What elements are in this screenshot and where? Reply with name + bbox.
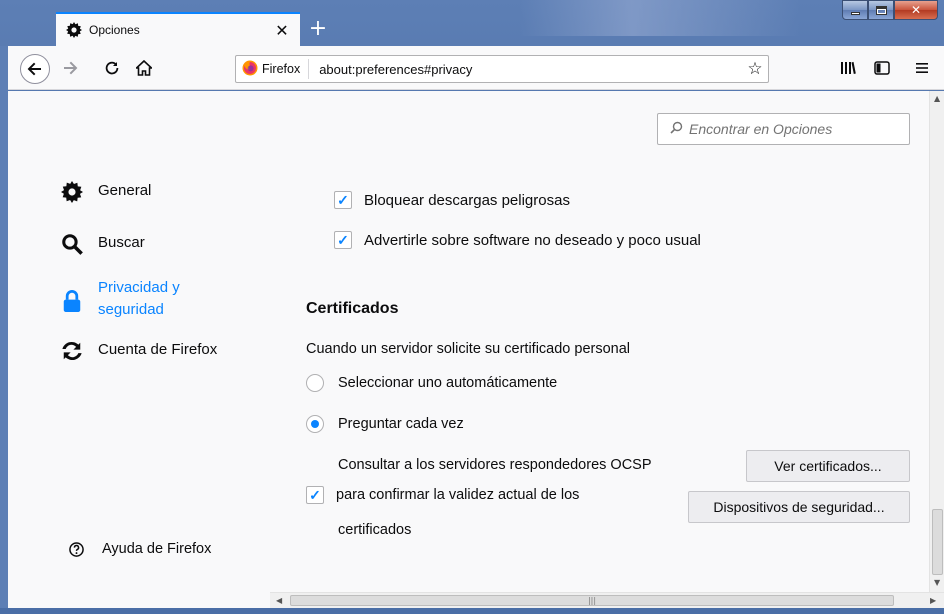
scroll-right-icon[interactable]: ▶ — [930, 596, 936, 605]
navigation-toolbar: Firefox about:preferences#privacy ☆ — [8, 46, 944, 90]
certificates-title: Certificados — [306, 300, 399, 317]
ocsp-label-line1: Consultar a los servidores respondedores… — [338, 457, 652, 473]
lock-icon — [60, 289, 84, 313]
close-window-button[interactable]: ✕ — [894, 0, 938, 20]
minimize-button[interactable] — [842, 0, 868, 20]
radio-ask-every-time-option[interactable]: Preguntar cada vez — [306, 415, 464, 433]
tab-opciones[interactable]: Opciones ✕ — [56, 12, 300, 46]
scroll-down-icon[interactable]: ▼ — [934, 578, 940, 587]
sidebar-bottom-area — [8, 592, 270, 608]
sidebar-icon — [874, 61, 890, 75]
gear-icon — [60, 180, 84, 204]
ocsp-label-line3: certificados — [338, 522, 412, 538]
security-devices-button[interactable]: Dispositivos de seguridad... — [688, 491, 910, 523]
sync-icon — [60, 339, 84, 363]
category-cuenta-firefox-label: Cuenta de Firefox — [98, 341, 218, 358]
bookmark-star-icon[interactable]: ☆ — [742, 56, 768, 82]
category-general[interactable]: General — [60, 180, 151, 204]
block-downloads-label: Bloquear descargas peligrosas — [364, 191, 570, 209]
search-icon — [60, 232, 84, 256]
gear-icon — [66, 22, 82, 38]
reload-icon — [105, 61, 119, 75]
help-icon — [68, 541, 84, 557]
warn-software-label: Advertirle sobre software no deseado y p… — [364, 231, 701, 249]
url-bar[interactable]: Firefox about:preferences#privacy ☆ — [235, 55, 769, 83]
frame-background — [520, 0, 800, 36]
category-privacidad-label: Privacidad y seguridad — [98, 279, 180, 318]
maximize-icon — [875, 5, 887, 15]
minimize-icon — [850, 11, 860, 15]
category-privacidad[interactable]: Privacidad y seguridad — [60, 277, 208, 321]
reload-button[interactable] — [98, 54, 126, 82]
ocsp-checkbox[interactable]: ✓ — [306, 486, 324, 504]
view-certificates-button[interactable]: Ver certificados... — [746, 450, 910, 482]
block-downloads-checkbox[interactable]: ✓ — [334, 191, 352, 209]
find-in-options-input[interactable]: Encontrar en Opciones — [657, 113, 910, 145]
category-cuenta-firefox[interactable]: Cuenta de Firefox — [60, 339, 217, 363]
certificates-description: Cuando un servidor solicite su certifica… — [306, 341, 631, 357]
warn-software-option[interactable]: ✓ Advertirle sobre software no deseado y… — [334, 231, 701, 249]
vertical-scroll-thumb[interactable] — [932, 509, 943, 575]
close-tab-button[interactable]: ✕ — [270, 18, 294, 42]
back-button[interactable] — [20, 54, 50, 84]
warn-software-checkbox[interactable]: ✓ — [334, 231, 352, 249]
close-icon: ✕ — [910, 3, 922, 17]
horizontal-scroll-thumb[interactable]: ||| — [290, 595, 894, 606]
forward-button[interactable] — [56, 54, 84, 82]
window-bottom-border — [0, 608, 944, 614]
scroll-left-icon[interactable]: ◀ — [276, 596, 282, 605]
help-label: Ayuda de Firefox — [102, 541, 212, 557]
home-button[interactable] — [130, 54, 158, 82]
maximize-button[interactable] — [868, 0, 894, 20]
hamburger-menu-icon — [916, 63, 928, 73]
sidebar-toggle-button[interactable] — [868, 54, 896, 82]
find-in-options-placeholder: Encontrar en Opciones — [689, 121, 833, 137]
identity-box[interactable]: Firefox — [236, 59, 310, 79]
library-button[interactable] — [834, 54, 862, 82]
category-buscar[interactable]: Buscar — [60, 232, 145, 256]
radio-select-auto-option[interactable]: Seleccionar uno automáticamente — [306, 374, 557, 392]
window-caption-buttons: ✕ — [842, 0, 938, 20]
category-general-label: General — [98, 182, 152, 199]
url-text[interactable]: about:preferences#privacy — [309, 62, 742, 77]
vertical-scrollbar[interactable]: ▲ ▼ — [929, 91, 944, 592]
help-link[interactable]: Ayuda de Firefox — [68, 541, 211, 557]
back-arrow-icon — [27, 62, 41, 76]
tab-title: Opciones — [89, 23, 140, 37]
new-tab-button[interactable]: + — [304, 14, 332, 42]
search-icon — [670, 121, 683, 137]
horizontal-scrollbar[interactable]: ◀ ||| ▶ — [270, 592, 944, 608]
radio-select-auto-label: Seleccionar uno automáticamente — [338, 375, 558, 391]
category-buscar-label: Buscar — [98, 234, 145, 251]
library-icon — [841, 61, 856, 74]
radio-ask-every-time-label: Preguntar cada vez — [338, 416, 464, 432]
scroll-up-icon[interactable]: ▲ — [934, 94, 940, 103]
window-left-border — [0, 46, 8, 614]
forward-arrow-icon — [64, 61, 78, 75]
ocsp-option[interactable]: ✓ para confirmar la validez actual de lo… — [306, 486, 579, 504]
block-downloads-option[interactable]: ✓ Bloquear descargas peligrosas — [334, 191, 570, 209]
radio-ask-every-time[interactable] — [306, 415, 324, 433]
menu-button[interactable] — [908, 54, 936, 82]
home-icon — [136, 60, 152, 76]
radio-select-auto[interactable] — [306, 374, 324, 392]
firefox-logo-icon — [242, 60, 258, 79]
identity-label: Firefox — [262, 62, 301, 76]
preferences-content: Encontrar en Opciones General Buscar Pri… — [8, 91, 929, 592]
ocsp-label-line2: para confirmar la validez actual de los — [336, 487, 580, 503]
